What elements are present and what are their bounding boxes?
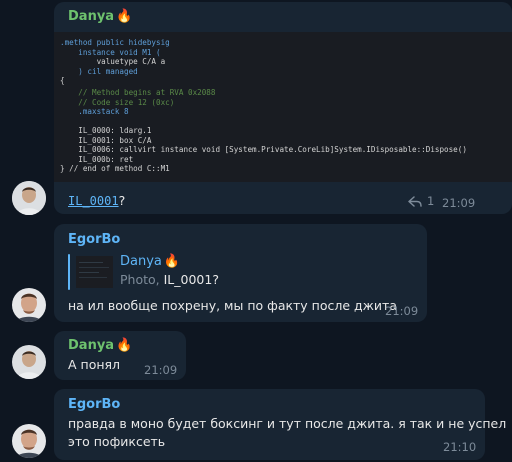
- message-text: А понял: [68, 357, 121, 372]
- code-line: IL_0006: callvirt instance void [System.…: [60, 145, 467, 154]
- code-line: ) cil managed: [60, 66, 138, 76]
- message-text-line-1: правда в моно будет боксинг и тут после …: [68, 416, 507, 431]
- reply-arrow-icon: [408, 196, 422, 207]
- code-line: .method public hidebysig: [60, 38, 170, 47]
- avatar-photo: [12, 288, 46, 322]
- sender-name-label: Danya: [68, 338, 115, 353]
- fire-emoji: 🔥: [116, 338, 133, 353]
- avatar-photo: [12, 181, 46, 215]
- sender-name[interactable]: Danya 🔥: [68, 338, 132, 353]
- code-line: instance void M1 (: [60, 47, 161, 57]
- code-line: .maxstack 8: [60, 107, 129, 116]
- code-line: IL_0000: ldarg.1: [60, 126, 152, 135]
- sender-name[interactable]: EgorBo: [68, 232, 120, 247]
- sender-name[interactable]: Danya 🔥: [68, 9, 132, 24]
- fire-emoji: 🔥: [116, 9, 133, 24]
- message-text: на ил вообще похрену, мы по факту после …: [68, 298, 397, 313]
- quote-text: Photo, IL_0001?: [120, 272, 219, 287]
- avatar-danya[interactable]: [12, 345, 46, 379]
- code-line: } // end of method C::M1: [60, 164, 170, 173]
- quote-bar: [68, 254, 70, 290]
- message-time: 21:10: [443, 440, 477, 454]
- code-line: valuetype C/A a: [60, 57, 166, 66]
- code-line: // Method begins at RVA 0x2088: [60, 88, 216, 97]
- replies-indicator[interactable]: 1: [408, 194, 438, 210]
- message-time: 21:09: [144, 363, 178, 377]
- reply-quote[interactable]: Danya 🔥 Photo, IL_0001?: [68, 254, 328, 290]
- message-time: 21:09: [385, 304, 419, 318]
- message-time: 21:09: [442, 196, 476, 210]
- code-line: {: [60, 76, 65, 85]
- sender-name-label: Danya: [68, 9, 115, 24]
- caption-code: IL_0001: [68, 194, 119, 208]
- code-line: IL_0001: box C/A: [60, 135, 152, 145]
- quote-thumbnail: [76, 256, 113, 288]
- sender-name[interactable]: EgorBo: [68, 397, 120, 412]
- message-text-line-2: это пофиксеть: [68, 434, 166, 449]
- code-screenshot-photo[interactable]: .method public hidebysig instance void M…: [54, 32, 512, 182]
- message-caption: IL_0001?: [68, 193, 126, 208]
- avatar-egorbo[interactable]: [12, 288, 46, 322]
- avatar-danya[interactable]: [12, 181, 46, 215]
- code-line: // Code size 12 (0xc): [60, 97, 175, 107]
- avatar-photo: [12, 345, 46, 379]
- code-line: IL_000b: ret: [60, 154, 134, 164]
- avatar-egorbo[interactable]: [12, 424, 46, 458]
- quote-sender: Danya 🔥: [120, 254, 181, 269]
- avatar-photo: [12, 424, 46, 458]
- reply-count: 1: [427, 194, 435, 208]
